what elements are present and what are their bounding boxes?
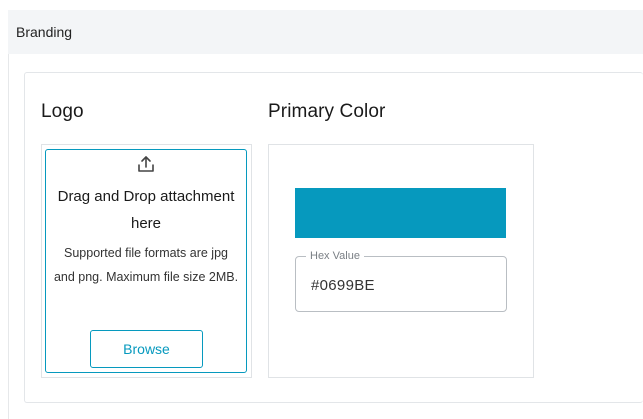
hex-value-label: Hex Value (306, 249, 364, 263)
logo-dropzone[interactable]: Drag and Drop attachment here Supported … (45, 149, 247, 373)
section-title: Branding (16, 24, 73, 40)
section-header: Branding (8, 10, 643, 54)
color-swatch[interactable] (295, 188, 506, 238)
primary-color-heading: Primary Color (268, 101, 386, 122)
hex-value-input[interactable] (297, 269, 513, 301)
upload-icon[interactable] (136, 154, 156, 174)
logo-heading: Logo (41, 101, 84, 122)
branding-page: Branding Logo Primary Color Drag and Dro… (0, 0, 643, 419)
hex-value-field[interactable]: Hex Value (295, 249, 513, 312)
browse-button[interactable]: Browse (90, 330, 203, 368)
upload-title: Drag and Drop attachment here (57, 188, 235, 232)
upload-description: Supported file formats are jpg and png. … (53, 246, 239, 284)
